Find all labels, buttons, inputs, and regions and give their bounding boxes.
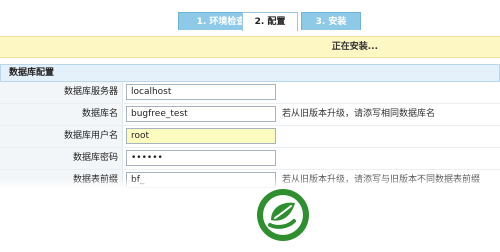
install-steps: 1. 环境检查 2. 配置 3. 安装 [0, 0, 500, 31]
db-name-label: 数据库名 [0, 104, 123, 125]
installing-notice: 正在安装... [0, 36, 500, 58]
form-row-db-server: 数据库服务器 localhost [0, 82, 500, 104]
section-title: 数据库配置 [0, 64, 500, 82]
db-password-label: 数据库密码 [0, 148, 123, 169]
leaf-logo-icon [257, 189, 309, 241]
db-password-input[interactable]: •••••• [126, 150, 276, 166]
db-name-hint: 若从旧版本升级，请添写相同数据库名 [282, 109, 436, 119]
tab-configuration[interactable]: 2. 配置 [242, 12, 298, 31]
form-row-db-user: 数据库用户名 root [0, 126, 500, 148]
form-row-db-password: 数据库密码 •••••• [0, 148, 500, 170]
db-config-form: 数据库服务器 localhost 数据库名 bugfree_test 若从旧版本… [0, 82, 500, 192]
db-user-label: 数据库用户名 [0, 126, 123, 147]
db-server-input[interactable]: localhost [126, 84, 276, 100]
db-user-input[interactable]: root [126, 128, 276, 144]
tab-install[interactable]: 3. 安装 [301, 12, 361, 30]
form-row-db-name: 数据库名 bugfree_test 若从旧版本升级，请添写相同数据库名 [0, 104, 500, 126]
bottom-fade [0, 178, 500, 188]
db-name-input[interactable]: bugfree_test [126, 106, 276, 122]
blank-area [0, 188, 500, 252]
db-server-label: 数据库服务器 [0, 82, 123, 103]
